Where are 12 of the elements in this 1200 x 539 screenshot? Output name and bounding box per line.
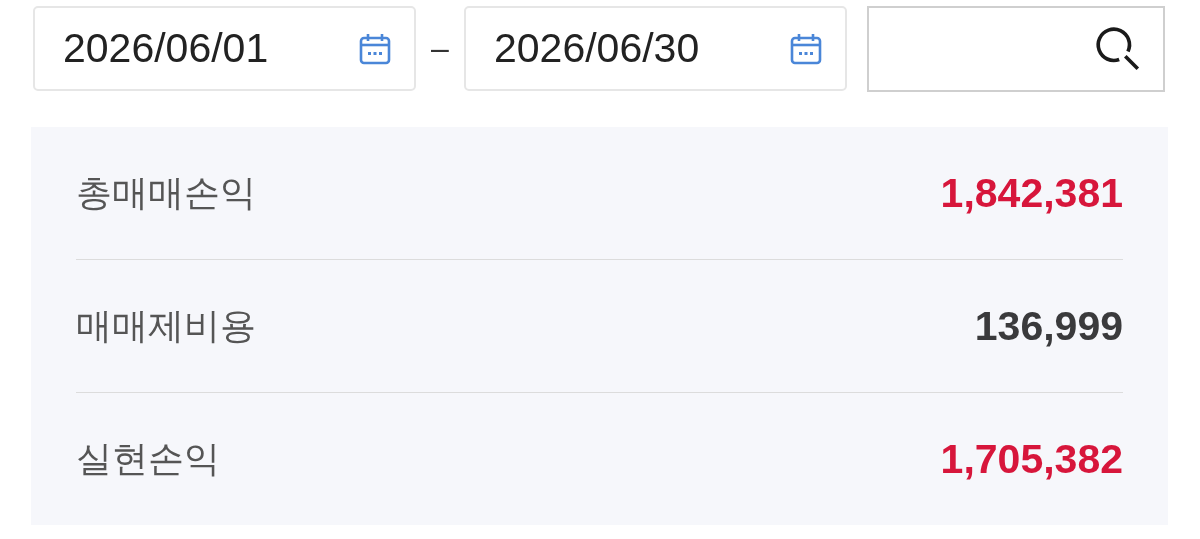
- summary-label: 총매매손익: [76, 170, 256, 215]
- search-field[interactable]: [867, 5, 1165, 92]
- summary-value: 1,842,381: [940, 169, 1123, 217]
- date-field[interactable]: 2026/06/30: [464, 6, 847, 91]
- summary-value: 1,705,382: [940, 435, 1123, 483]
- summary-value: 136,999: [974, 302, 1123, 350]
- summary-label: 실현손익: [76, 436, 220, 481]
- summary-label: 매매제비용: [76, 303, 256, 348]
- date-field[interactable]: 2026/06/01: [33, 6, 416, 91]
- range-separator: –: [430, 30, 450, 67]
- calendar-icon[interactable]: [358, 31, 392, 66]
- calendar-icon[interactable]: [789, 31, 823, 66]
